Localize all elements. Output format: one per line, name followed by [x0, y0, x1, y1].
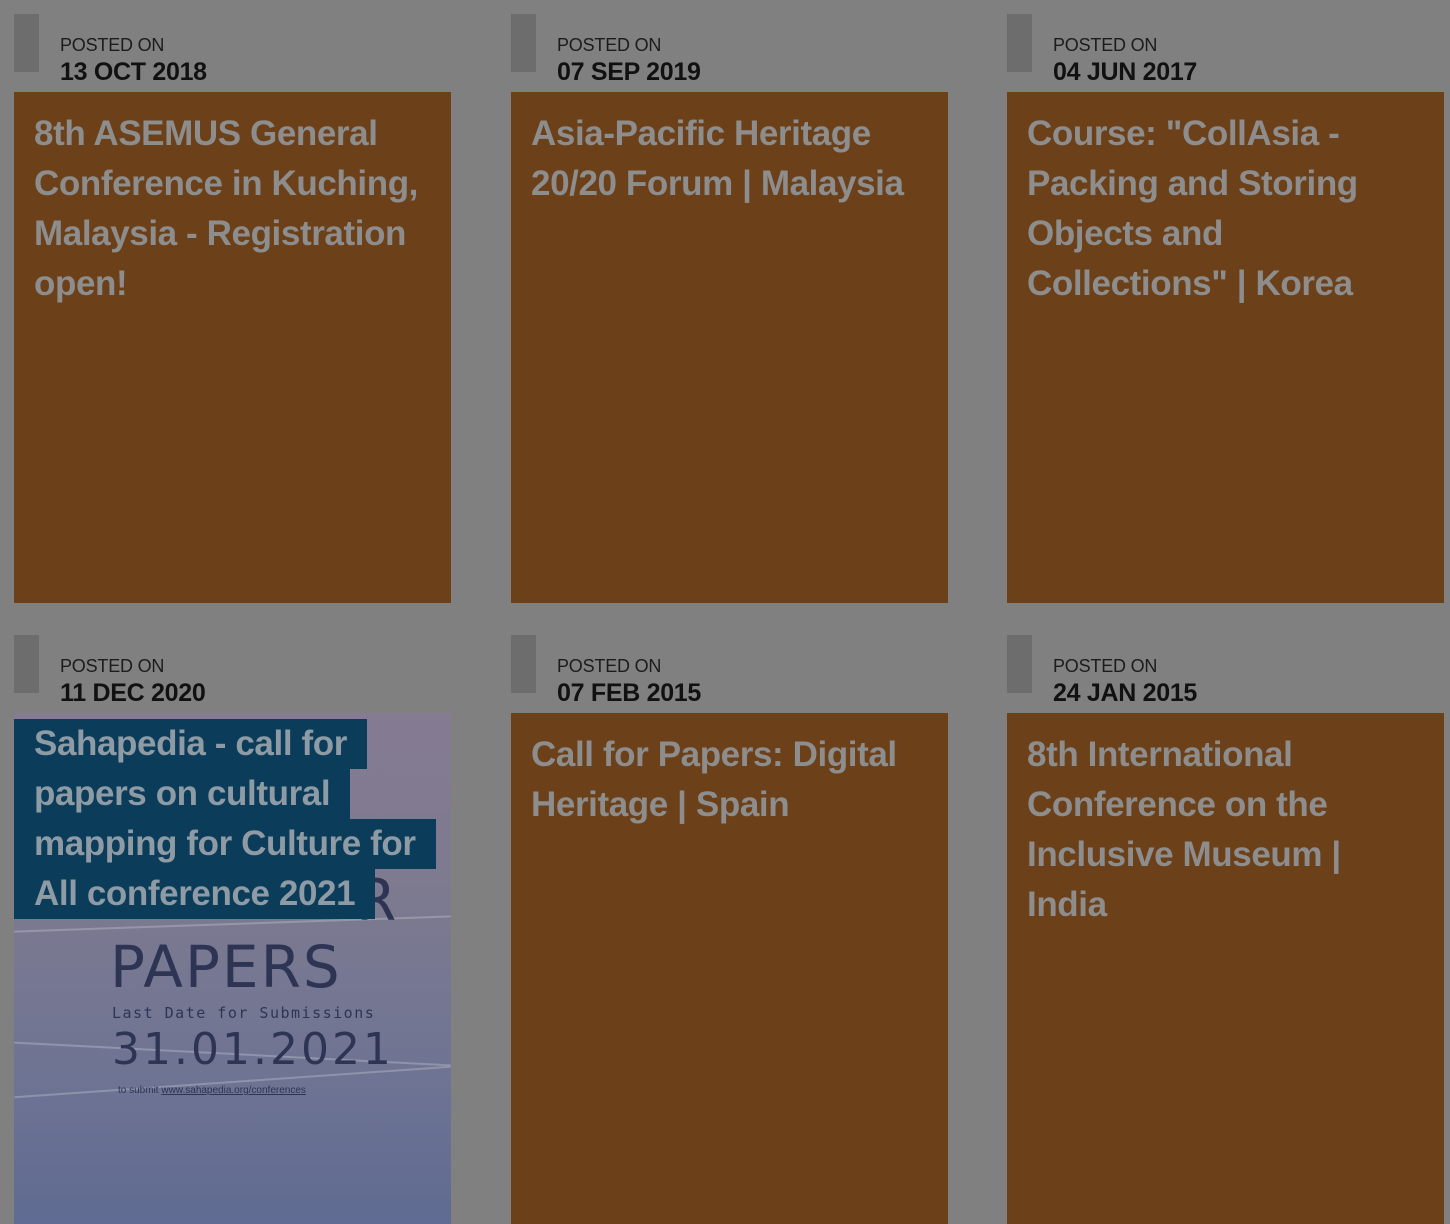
post-title-line: mapping for Culture for [14, 819, 436, 869]
post-date: 07 FEB 2015 [557, 679, 702, 707]
post-meta: POSTED ON 04 JUN 2017 [1007, 14, 1444, 86]
post-title[interactable]: Asia-Pacific Heritage 20/20 Forum | Mala… [531, 109, 926, 209]
post-card: POSTED ON 04 JUN 2017 Course: "CollAsia … [1007, 14, 1444, 603]
post-link[interactable]: 8th ASEMUS General Conference in Kuching… [14, 92, 451, 603]
poster-submit-link: www.sahapedia.org/conferences [161, 1085, 306, 1096]
post-date: 24 JAN 2015 [1053, 679, 1198, 707]
post-date: 11 DEC 2020 [60, 679, 206, 707]
post-title[interactable]: Call for Papers: Digital Heritage | Spai… [531, 730, 926, 830]
poster-submit-prefix: to submit [118, 1085, 159, 1096]
posted-on-label: POSTED ON [557, 35, 662, 55]
meta-accent-bar [14, 14, 39, 72]
poster-deadline-date: 31.01.2021 [112, 1024, 394, 1075]
post-card: POSTED ON 07 SEP 2019 Asia-Pacific Herit… [511, 14, 948, 603]
post-meta: POSTED ON 07 FEB 2015 [511, 635, 948, 707]
meta-accent-bar [511, 14, 536, 72]
meta-accent-bar [14, 635, 39, 693]
post-link[interactable]: 8th International Conference on the Incl… [1007, 713, 1444, 1224]
posted-on-label: POSTED ON [60, 35, 165, 55]
post-meta: POSTED ON 24 JAN 2015 [1007, 635, 1444, 707]
post-card: POSTED ON 24 JAN 2015 8th International … [1007, 635, 1444, 1224]
meta-accent-bar [511, 635, 536, 693]
post-meta: POSTED ON 07 SEP 2019 [511, 14, 948, 86]
post-link[interactable]: Course: "CollAsia - Packing and Storing … [1007, 92, 1444, 603]
posted-on-label: POSTED ON [1053, 656, 1158, 676]
post-link[interactable]: R PAPERS Last Date for Submissions 31.01… [14, 713, 451, 1224]
posted-on-label: POSTED ON [1053, 35, 1158, 55]
post-title-line: Sahapedia - call for [14, 719, 367, 769]
post-card: POSTED ON 07 FEB 2015 Call for Papers: D… [511, 635, 948, 1224]
post-card: POSTED ON 13 OCT 2018 8th ASEMUS General… [14, 14, 451, 603]
post-date: 04 JUN 2017 [1053, 58, 1198, 86]
poster-deadline-label: Last Date for Submissions [112, 1004, 376, 1022]
post-date: 07 SEP 2019 [557, 58, 701, 86]
post-link[interactable]: Asia-Pacific Heritage 20/20 Forum | Mala… [511, 92, 948, 603]
post-link[interactable]: Call for Papers: Digital Heritage | Spai… [511, 713, 948, 1224]
post-title-line: papers on cultural [14, 769, 351, 819]
post-title[interactable]: 8th ASEMUS General Conference in Kuching… [34, 109, 429, 309]
poster-heading: PAPERS [110, 933, 342, 1001]
poster-submit-text: to submit www.sahapedia.org/conferences [118, 1085, 306, 1097]
post-title[interactable]: Sahapedia - call for papers on cultural … [14, 719, 444, 919]
posted-on-label: POSTED ON [60, 656, 165, 676]
meta-accent-bar [1007, 635, 1032, 693]
post-meta: POSTED ON 13 OCT 2018 [14, 14, 451, 86]
posted-on-label: POSTED ON [557, 656, 662, 676]
post-card: POSTED ON 11 DEC 2020 R PAPERS Last Date… [14, 635, 451, 1224]
meta-accent-bar [1007, 14, 1032, 72]
post-date: 13 OCT 2018 [60, 58, 207, 86]
post-meta: POSTED ON 11 DEC 2020 [14, 635, 451, 707]
post-title[interactable]: Course: "CollAsia - Packing and Storing … [1027, 109, 1422, 309]
post-title[interactable]: 8th International Conference on the Incl… [1027, 730, 1422, 930]
post-title-line: All conference 2021 [14, 869, 376, 919]
